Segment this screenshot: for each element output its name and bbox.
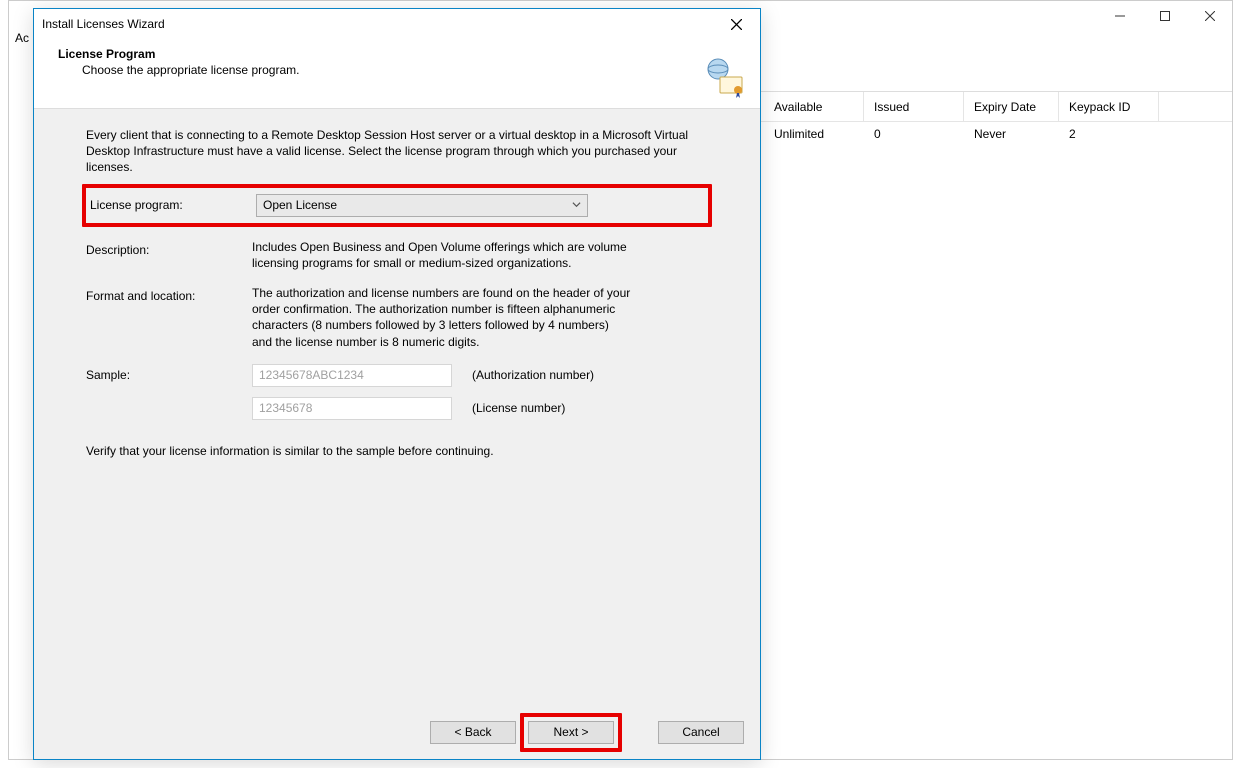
close-button[interactable] (1187, 1, 1232, 30)
dialog-titlebar: Install Licenses Wizard (34, 9, 760, 39)
dialog-footer: < Back Next > Cancel (34, 705, 760, 759)
description-text: Includes Open Business and Open Volume o… (252, 239, 632, 271)
next-button[interactable]: Next > (528, 721, 614, 744)
cell-issued: 0 (864, 127, 964, 141)
maximize-button[interactable] (1142, 1, 1187, 30)
format-location-text: The authorization and license numbers ar… (252, 285, 632, 350)
intro-text: Every client that is connecting to a Rem… (86, 127, 708, 176)
cancel-button[interactable]: Cancel (658, 721, 744, 744)
col-issued[interactable]: Issued (864, 92, 964, 121)
sample-label: Sample: (86, 364, 252, 430)
dialog-header-sub: Choose the appropriate license program. (58, 63, 746, 77)
dialog-header-title: License Program (58, 47, 746, 61)
license-program-combo[interactable]: Open License (256, 194, 588, 217)
dialog-close-button[interactable] (716, 11, 756, 37)
window-controls (1097, 1, 1232, 30)
sample-authorization-input: 12345678ABC1234 (252, 364, 452, 387)
license-wizard-icon (704, 57, 746, 99)
sample-authorization-desc: (Authorization number) (472, 367, 594, 383)
dialog-header: License Program Choose the appropriate l… (34, 39, 760, 109)
description-label: Description: (86, 239, 252, 271)
format-location-label: Format and location: (86, 285, 252, 350)
cell-expiry: Never (964, 127, 1059, 141)
license-program-value: Open License (263, 197, 337, 213)
col-available[interactable]: Available (764, 92, 864, 121)
main-title-fragment: Ac (15, 31, 29, 45)
col-keypack[interactable]: Keypack ID (1059, 92, 1159, 121)
dialog-title: Install Licenses Wizard (42, 17, 165, 31)
cell-available: Unlimited (764, 127, 864, 141)
next-button-highlight: Next > (520, 713, 622, 752)
sample-license-desc: (License number) (472, 400, 565, 416)
license-program-highlight: License program: Open License (82, 184, 712, 227)
cell-keypack: 2 (1059, 127, 1159, 141)
license-program-label: License program: (90, 194, 256, 217)
chevron-down-icon (572, 197, 581, 213)
verify-text: Verify that your license information is … (86, 444, 708, 458)
col-expiry[interactable]: Expiry Date (964, 92, 1059, 121)
sample-license-input: 12345678 (252, 397, 452, 420)
install-licenses-wizard-dialog: Install Licenses Wizard License Program … (33, 8, 761, 760)
dialog-body: Every client that is connecting to a Rem… (34, 109, 760, 705)
minimize-button[interactable] (1097, 1, 1142, 30)
back-button[interactable]: < Back (430, 721, 516, 744)
